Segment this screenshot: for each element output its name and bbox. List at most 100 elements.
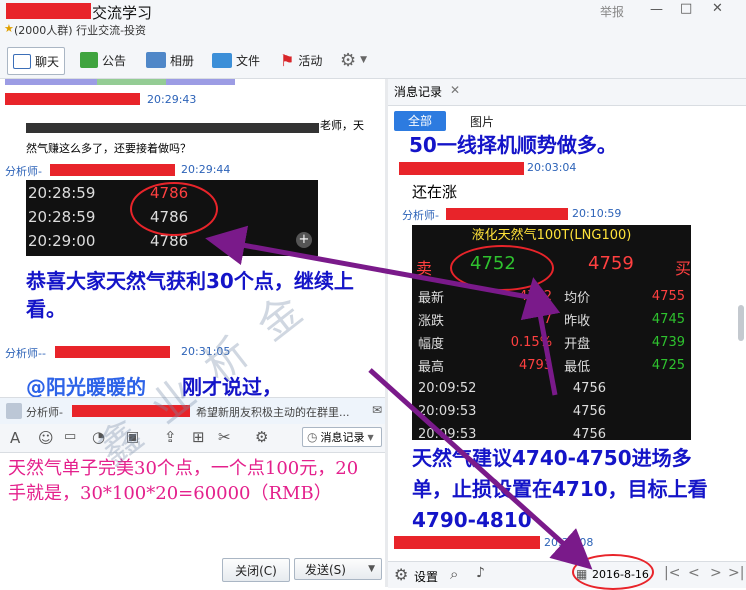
sender-redacted [5, 93, 140, 105]
scissors-icon[interactable]: ✂ [218, 428, 231, 446]
lng-ticks-table: 20:09:52 4756 20:09:53 4756 20:09:53 4756 [412, 377, 612, 446]
search-icon[interactable]: ⌕ [450, 565, 458, 583]
history-message-text: 还在涨 [412, 183, 458, 201]
title-bar: 交流学习 ★ (2000人群) 行业交流-投资 举报 — □ ✕ [0, 0, 746, 42]
lng-stat-label: 均价 [564, 291, 591, 306]
close-window-button[interactable]: ✕ [712, 1, 723, 16]
gear-icon[interactable]: ⚙ [394, 565, 408, 584]
message-history-button[interactable]: ◷ 消息记录 ▼ [302, 427, 382, 447]
send-button[interactable]: 发送(S) ▼ [294, 558, 382, 580]
minimize-button[interactable]: — [650, 2, 663, 17]
tab-files-label: 文件 [236, 53, 261, 68]
lng-stat-value: 4745 [651, 312, 685, 327]
tab-album[interactable]: 相册 [146, 47, 194, 73]
report-link[interactable]: 举报 [600, 3, 624, 20]
font-icon[interactable]: A [10, 429, 20, 447]
notice-sender: 分析师- [26, 406, 63, 419]
gif-icon[interactable]: ▭ [64, 429, 76, 444]
tab-activity[interactable]: ⚑ 活动 [280, 47, 322, 73]
lng-stat-label: 开盘 [564, 337, 591, 352]
tab-chat[interactable]: 聊天 [7, 47, 66, 75]
settings-label[interactable]: 设置 [414, 568, 438, 585]
history-message-text: 50一线择机顺势做多。 [409, 133, 617, 157]
tab-message-history-label: 消息记录 [394, 85, 443, 99]
message-text: 然气赚这么多了，还要接着做吗？ [26, 142, 191, 155]
partial-message-top [5, 79, 235, 85]
tab-message-history[interactable]: 消息记录 ✕ [394, 83, 460, 100]
lng-stat-row: 幅度 0.15% 开盘 4739 [412, 331, 691, 354]
history-tab-bar: 消息记录 ✕ [388, 79, 746, 106]
filter-pictures-button[interactable]: 图片 [470, 113, 494, 130]
tab-announcement[interactable]: 公告 [80, 47, 126, 73]
prev-page-icon[interactable]: < [688, 565, 700, 581]
lng-stat-row: 涨跌 7 昨收 4745 [412, 308, 691, 331]
tab-announcement-label: 公告 [102, 53, 127, 68]
clock-icon: ◷ [307, 430, 318, 444]
close-icon[interactable]: ✕ [450, 83, 460, 100]
pane-divider[interactable] [385, 79, 388, 587]
send-label: 发送(S) [305, 562, 346, 577]
message-input[interactable]: 天然气单子完美30个点，一个点100元，20手就是，30*100*20=6000… [8, 456, 368, 546]
gear-icon: ⚙ [340, 49, 357, 71]
lng-stat-label: 最高 [418, 360, 445, 375]
lng-tick-time: 20:09:52 [418, 381, 477, 396]
buy-label: 买 [675, 259, 692, 278]
quote-panel-image: 20:28:59 4786 20:28:59 4786 20:29:00 478… [26, 180, 318, 256]
buy-price: 4759 [588, 253, 634, 274]
lng-tick-row: 20:09:53 4756 [412, 400, 612, 423]
sender-redacted [446, 208, 568, 220]
group-toolbar: 聊天 公告 相册 文件 ⚑ 活动 ⚙ ▼ [0, 42, 746, 79]
lng-tick-value: 4756 [572, 381, 606, 396]
more-icon[interactable]: ⚙ [255, 428, 268, 446]
quote-strip [26, 123, 319, 133]
last-page-icon[interactable]: >| [728, 565, 744, 581]
announcement-icon [80, 52, 98, 68]
history-scrollbar[interactable] [738, 305, 744, 341]
album-icon [146, 52, 166, 68]
quote-time: 20:28:59 [28, 184, 96, 202]
chevron-down-icon: ▼ [367, 432, 374, 442]
speaker-icon[interactable]: ♪ [476, 565, 485, 581]
group-subtitle: (2000人群) 行业交流-投资 [14, 24, 147, 37]
lng-stat-value: 4739 [651, 335, 685, 350]
sender-redacted [394, 536, 540, 549]
sender-name: 分析师-- [5, 347, 46, 360]
lng-quote-image: 液化天然气100T(LNG100) 卖 4752 4759 买 最新 4752 均价… [412, 225, 692, 442]
window-title: 交流学习 [92, 4, 153, 22]
tab-files[interactable]: 文件 [212, 47, 260, 73]
tab-activity-label: 活动 [298, 53, 323, 68]
chevron-down-icon: ▼ [368, 564, 375, 574]
avatar [6, 403, 22, 419]
lng-stat-label: 幅度 [418, 337, 445, 352]
quote-time: 20:29:00 [28, 232, 96, 250]
lng-tick-time: 20:09:53 [418, 404, 477, 419]
lng-stat-value: 0.15% [510, 335, 553, 350]
lng-stat-label: 昨收 [564, 314, 591, 329]
date-highlight-circle [572, 554, 654, 590]
sender-name: 分析师- [402, 209, 439, 222]
mail-icon[interactable]: ✉ [372, 403, 382, 417]
gift-icon[interactable]: ⊞ [192, 428, 205, 446]
close-button[interactable]: 关闭(C) [222, 558, 290, 582]
message-time: 20:29:44 [181, 163, 231, 176]
lng-stats-table: 最新 4752 均价 4755 涨跌 7 昨收 4745 幅度 0.15% 开盘 4739 最高 4793… [412, 285, 691, 377]
compose-toolbar: A ☺ ▭ ◔ ▣ ⇪ ⊞ ✂ ⚙ ◷ 消息记录 ▼ [0, 424, 385, 453]
lng-stat-value: 4793 [518, 358, 553, 373]
sender-redacted [50, 164, 175, 176]
filter-all-button[interactable]: 全部 [394, 111, 446, 131]
first-page-icon[interactable]: |< [664, 565, 680, 581]
message-time: 20:03:04 [527, 161, 577, 174]
lng-stat-label: 最低 [564, 360, 591, 375]
lng-stat-label: 涨跌 [418, 314, 445, 329]
sender-name: 分析师- [5, 165, 42, 178]
message-text: 老师，天 [320, 119, 364, 132]
folder-icon [212, 52, 232, 68]
next-page-icon[interactable]: > [710, 565, 722, 581]
maximize-button[interactable]: □ [680, 1, 692, 16]
expand-icon[interactable]: + [296, 232, 312, 248]
settings-dropdown[interactable]: ⚙ ▼ [340, 47, 367, 73]
lng-stat-value: 7 [543, 312, 553, 327]
emoji-icon[interactable]: ☺ [38, 429, 54, 447]
history-list[interactable]: 50一线择机顺势做多。 20:03:04 还在涨 分析师- 20:10:59 液… [389, 133, 746, 560]
lng-panel-title: 液化天然气100T(LNG100) [471, 228, 632, 243]
